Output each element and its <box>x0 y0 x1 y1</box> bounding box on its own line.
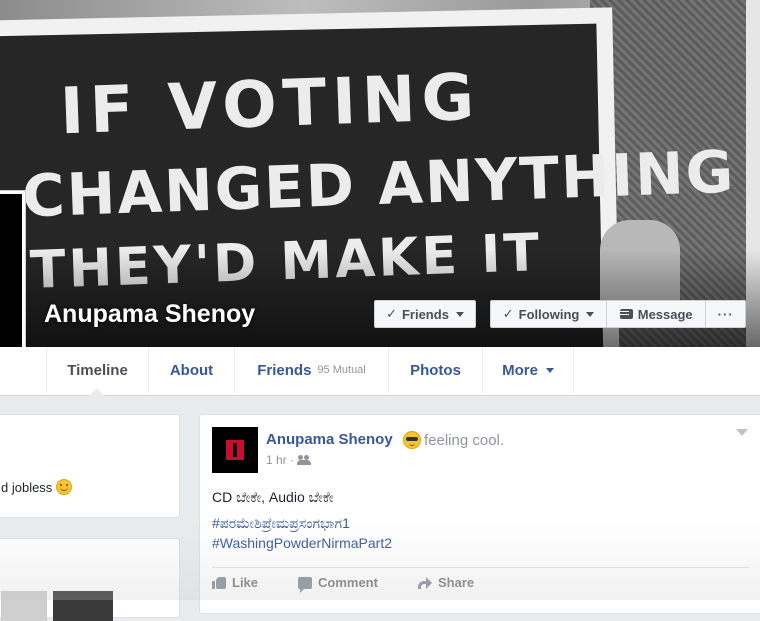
timeline-post: Anupama Shenoy feeling cool. 1 hr · CD ಬ… <box>199 414 760 614</box>
check-icon: ✓ <box>386 306 397 321</box>
comment-button[interactable]: Comment <box>298 575 418 593</box>
post-body: CD ಬೇಕೇ, Audio ಬೇಕೇ #ಪರಮೇಶಿಪ್ರೇಮಪ್ರಸಂಗಭಾ… <box>212 487 392 553</box>
comment-bubble-icon <box>298 576 312 593</box>
message-icon <box>619 309 633 319</box>
photos-card <box>0 538 180 621</box>
intro-text: d jobless <box>1 479 73 495</box>
post-actions: Like Comment Share <box>212 575 474 593</box>
caret-down-icon <box>545 367 554 373</box>
tab-timeline[interactable]: Timeline <box>46 347 148 393</box>
message-button-label: Message <box>637 306 693 322</box>
post-options-chevron-icon[interactable] <box>736 429 748 436</box>
caret-down-icon <box>455 311 464 317</box>
caret-down-icon <box>586 311 595 317</box>
post-divider <box>212 567 749 568</box>
share-button[interactable]: Share <box>418 575 474 590</box>
tab-photos[interactable]: Photos <box>388 347 482 393</box>
smile-emoji-icon <box>56 479 73 495</box>
post-author-name[interactable]: Anupama Shenoy <box>266 431 393 448</box>
post-feeling-text: feeling cool. <box>424 431 505 449</box>
sign-line-1: IF VOTING <box>58 60 482 150</box>
following-button-label: Following <box>518 306 580 322</box>
avatar-flag-graphic <box>226 440 244 460</box>
hashtag-link[interactable]: #WashingPowderNirmaPart2 <box>212 533 392 553</box>
following-button[interactable]: ✓ Following <box>490 300 608 328</box>
post-timestamp[interactable]: 1 hr · <box>266 453 294 467</box>
photo-thumbnail[interactable] <box>53 591 113 621</box>
intro-snippet: d jobless <box>1 480 53 495</box>
share-arrow-icon <box>418 576 432 589</box>
follow-message-group: ✓ Following Message ··· <box>490 300 746 328</box>
post-feeling: feeling cool. <box>403 431 504 449</box>
more-options-button[interactable]: ··· <box>706 300 746 328</box>
cover-photo[interactable]: IF VOTING CHANGED ANYTHING THEY'D MAKE I… <box>0 0 760 347</box>
tab-about[interactable]: About <box>148 347 234 393</box>
post-author-avatar[interactable] <box>212 427 258 473</box>
friends-button-label: Friends <box>401 306 449 322</box>
friends-button[interactable]: ✓ Friends <box>374 300 476 328</box>
photo-thumbnail[interactable] <box>1 591 47 621</box>
hashtag-link[interactable]: #ಪರಮೇಶಿಪ್ರೇಮಪ್ರಸಂಗಭಾಗ1 <box>212 513 392 533</box>
message-button[interactable]: Message <box>607 300 707 328</box>
sunglasses-emoji-icon <box>403 431 421 449</box>
like-button[interactable]: Like <box>212 575 298 590</box>
cover-shade <box>0 250 760 347</box>
check-icon: ✓ <box>502 306 514 321</box>
mutual-friends-count: 95 Mutual <box>317 364 366 376</box>
like-label: Like <box>232 575 259 590</box>
tab-more[interactable]: More <box>482 347 574 393</box>
tab-more-label: More <box>502 361 538 379</box>
tab-friends[interactable]: Friends 95 Mutual <box>234 347 388 393</box>
tab-friends-label: Friends <box>257 361 312 379</box>
comment-label: Comment <box>318 575 378 590</box>
profile-nav-bar: Timeline About Friends 95 Mutual Photos … <box>0 347 760 396</box>
active-tab-pointer <box>89 388 105 396</box>
post-text: CD ಬೇಕೇ, Audio ಬೇಕೇ <box>212 489 334 505</box>
intro-card: d jobless <box>0 414 180 518</box>
share-label: Share <box>438 575 475 590</box>
post-meta: 1 hr · <box>266 453 312 467</box>
profile-picture-image <box>0 194 22 370</box>
profile-name[interactable]: Anupama Shenoy <box>44 300 255 329</box>
thumbs-up-icon <box>212 576 226 589</box>
friends-audience-icon[interactable] <box>297 455 312 465</box>
